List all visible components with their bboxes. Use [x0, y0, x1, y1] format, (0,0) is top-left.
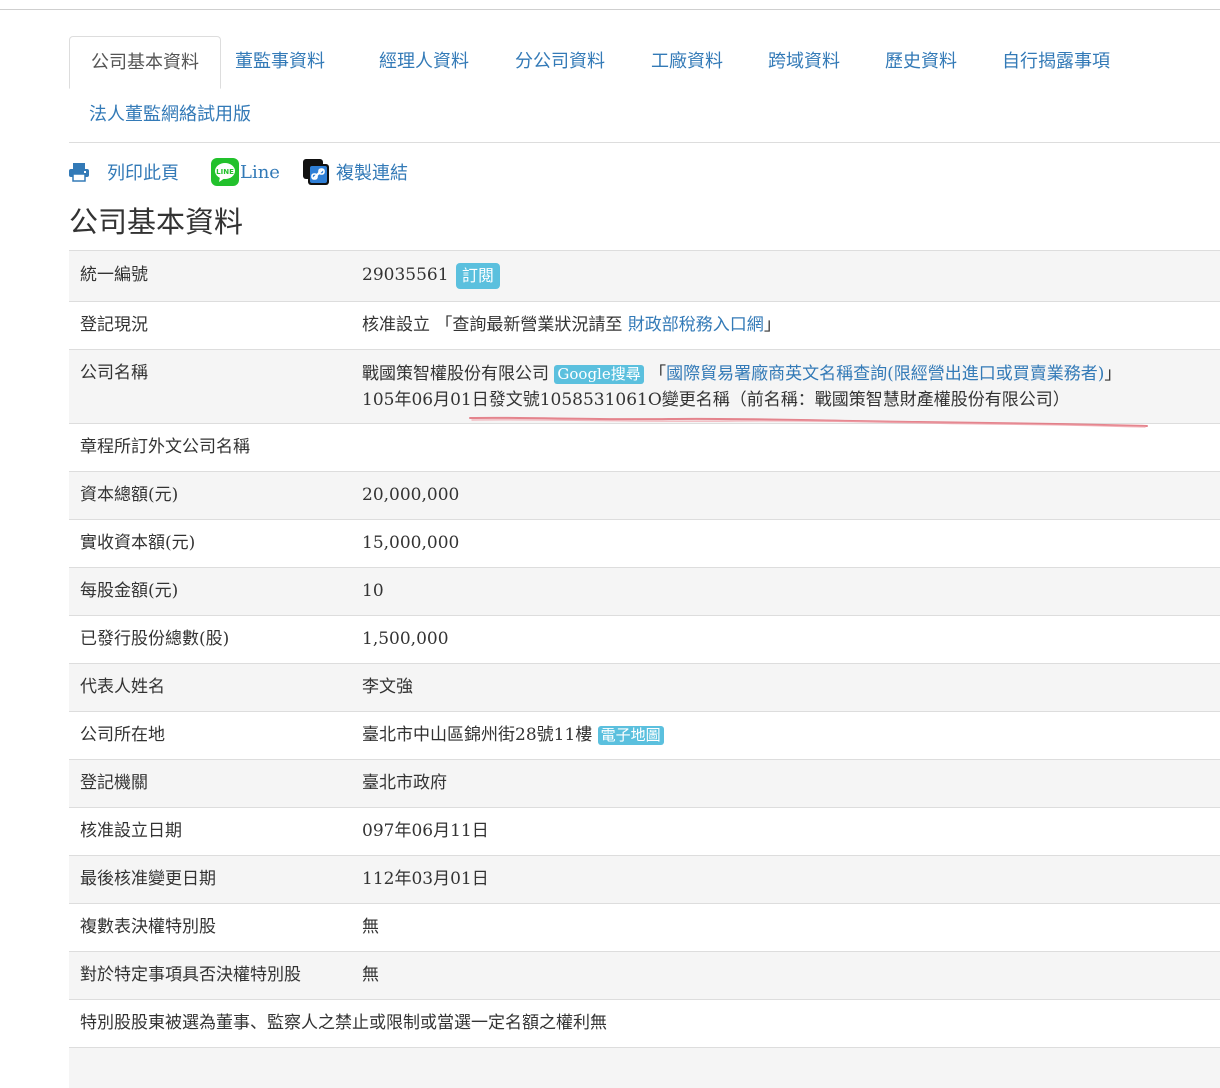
row-value: 臺北市政府	[362, 773, 447, 793]
english-name-query-link[interactable]: 國際貿易署廠商英文名稱查詢(限經營出進口或買賣業務者)	[666, 364, 1104, 384]
company-name-text: 戰國策智權股份有限公司	[362, 364, 549, 384]
table-row: 複數表決權特別股 無	[69, 904, 1220, 952]
line-share-link[interactable]: LINE Line	[211, 156, 280, 188]
company-info-table: 統一編號 29035561 訂閱 登記現況 核准設立 「查詢最新營業狀況請至 財…	[69, 250, 1220, 1088]
underline-annotation	[469, 416, 1148, 428]
page-title: 公司基本資料	[69, 205, 244, 239]
row-label: 每股金額(元)	[80, 581, 179, 601]
status-text: 核准設立 「查詢最新營業狀況請至	[362, 315, 628, 335]
tab-self-disclosure[interactable]: 自行揭露事項	[1002, 36, 1110, 88]
table-row: 已發行股份總數(股) 1,500,000	[69, 616, 1220, 664]
name-change-note: 105年06月01日發文號1058531061O變更名稱（前名稱：戰國策智慧財產…	[362, 390, 1070, 410]
tax-id-value: 29035561 訂閱	[362, 251, 500, 300]
printer-icon	[68, 162, 90, 182]
table-row: 公司所在地 臺北市中山區錦州街28號11樓 電子地圖	[69, 712, 1220, 760]
row-label: 特別股股東被選為董事、監察人之禁止或限制或當選一定名額之權利無	[80, 1000, 607, 1047]
print-label: 列印此頁	[107, 163, 179, 184]
table-row: 登記現況 核准設立 「查詢最新營業狀況請至 財政部稅務入口網」	[69, 302, 1220, 350]
row-value: 29035561	[362, 265, 449, 285]
row-value: 20,000,000	[362, 485, 460, 505]
table-row: 代表人姓名 李文強	[69, 664, 1220, 712]
table-row: 對於特定事項具否決權特別股 無	[69, 952, 1220, 1000]
row-label: 統一編號	[80, 265, 148, 285]
row-label: 代表人姓名	[80, 677, 165, 697]
row-value: 097年06月11日	[362, 821, 489, 841]
row-value: 1,500,000	[362, 629, 449, 649]
row-value: 無	[362, 965, 379, 985]
tab-factories[interactable]: 工廠資料	[651, 36, 723, 88]
tab-cross-domain[interactable]: 跨域資料	[768, 36, 840, 88]
table-row: 資本總額(元) 20,000,000	[69, 472, 1220, 520]
row-label: 實收資本額(元)	[80, 533, 196, 553]
status-suffix: 」	[763, 315, 781, 335]
company-name-value: 戰國策智權股份有限公司 Google搜尋 「國際貿易署廠商英文名稱查詢(限經營出…	[362, 361, 1121, 413]
row-label: 登記機關	[80, 773, 148, 793]
print-link[interactable]: 列印此頁	[68, 156, 179, 188]
row-label: 已發行股份總數(股)	[80, 629, 230, 649]
table-row: 登記機關 臺北市政府	[69, 760, 1220, 808]
row-label: 核准設立日期	[80, 821, 182, 841]
table-row: 章程所訂外文公司名稱	[69, 424, 1220, 472]
tab-directors[interactable]: 董監事資料	[235, 36, 325, 88]
line-icon-text: LINE	[216, 168, 234, 176]
row-label: 最後核准變更日期	[80, 869, 216, 889]
row-value: 無	[362, 917, 379, 937]
table-row	[69, 1048, 1220, 1088]
table-row: 核准設立日期 097年06月11日	[69, 808, 1220, 856]
row-value: 10	[362, 581, 384, 601]
tab-basic-info[interactable]: 公司基本資料	[69, 36, 221, 89]
action-bar: 列印此頁 LINE Line 複製連結	[68, 156, 568, 188]
google-search-button[interactable]: Google搜尋	[554, 365, 644, 384]
table-row: 統一編號 29035561 訂閱	[69, 251, 1220, 302]
line-icon: LINE	[211, 158, 239, 186]
link-icon	[303, 159, 329, 185]
tab-managers[interactable]: 經理人資料	[379, 36, 469, 88]
table-row: 實收資本額(元) 15,000,000	[69, 520, 1220, 568]
row-value: 無	[590, 1013, 607, 1033]
row-label: 複數表決權特別股	[80, 917, 216, 937]
copy-link[interactable]: 複製連結	[303, 156, 408, 188]
row-label: 登記現況	[80, 315, 148, 335]
copy-link-label: 複製連結	[336, 163, 408, 184]
table-row: 每股金額(元) 10	[69, 568, 1220, 616]
english-link-close: 」	[1104, 364, 1122, 384]
tab-bar: 公司基本資料 董監事資料 經理人資料 分公司資料 工廠資料 跨域資料 歷史資料 …	[69, 36, 1220, 143]
tab-history[interactable]: 歷史資料	[885, 36, 957, 88]
address-value: 臺北市中山區錦州街28號11樓 電子地圖	[362, 712, 664, 759]
subscribe-button[interactable]: 訂閱	[455, 262, 500, 289]
table-row: 特別股股東被選為董事、監察人之禁止或限制或當選一定名額之權利無	[69, 1000, 1220, 1048]
map-button[interactable]: 電子地圖	[597, 726, 664, 745]
top-rule	[0, 9, 1220, 10]
row-label: 章程所訂外文公司名稱	[80, 437, 250, 457]
row-value: 15,000,000	[362, 533, 460, 553]
row-label: 公司名稱	[80, 363, 148, 383]
row-value: 臺北市中山區錦州街28號11樓	[362, 725, 593, 745]
row-label: 公司所在地	[80, 725, 165, 745]
table-row: 最後核准變更日期 112年03月01日	[69, 856, 1220, 904]
english-link-open: 「	[649, 364, 667, 384]
row-label: 對於特定事項具否決權特別股	[80, 965, 301, 985]
tax-portal-link[interactable]: 財政部稅務入口網	[628, 315, 764, 335]
row-value: 李文強	[362, 677, 413, 697]
line-label: Line	[240, 161, 280, 183]
row-label-text: 特別股股東被選為董事、監察人之禁止或限制或當選一定名額之權利	[80, 1013, 590, 1033]
tab-corporate-network[interactable]: 法人董監網絡試用版	[89, 89, 251, 141]
table-row: 公司名稱 戰國策智權股份有限公司 Google搜尋 「國際貿易署廠商英文名稱查詢…	[69, 350, 1220, 424]
tab-branches[interactable]: 分公司資料	[515, 36, 605, 88]
row-value: 112年03月01日	[362, 869, 489, 889]
row-label: 資本總額(元)	[80, 485, 179, 505]
status-value: 核准設立 「查詢最新營業狀況請至 財政部稅務入口網」	[362, 302, 781, 349]
company-name-line: 戰國策智權股份有限公司 Google搜尋 「國際貿易署廠商英文名稱查詢(限經營出…	[362, 361, 1121, 387]
